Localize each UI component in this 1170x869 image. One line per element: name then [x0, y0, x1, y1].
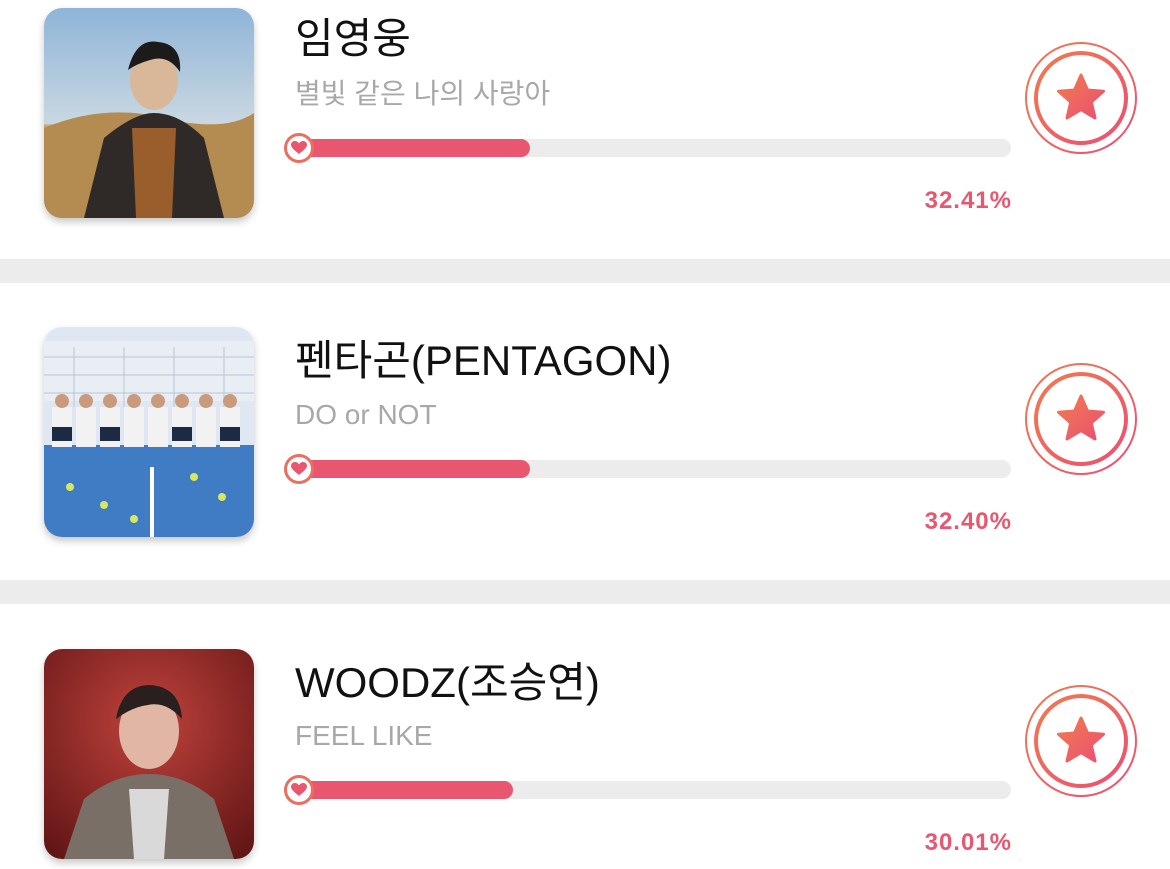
artist-thumbnail[interactable] — [44, 327, 254, 537]
group-photo-placeholder — [44, 327, 254, 537]
vote-percent: 32.41% — [924, 187, 1012, 214]
progress-fill — [300, 460, 531, 478]
list-item[interactable]: 펜타곤(PENTAGON) DO or NOT 32.40% — [0, 283, 1170, 580]
list-divider — [0, 259, 1170, 283]
star-icon — [1025, 42, 1137, 154]
progress-bar — [300, 460, 1011, 478]
list-item[interactable]: 임영웅 별빛 같은 나의 사랑아 32.41% — [0, 0, 1170, 259]
heart-icon — [284, 775, 314, 805]
vote-percent: 30.01% — [924, 829, 1012, 856]
artist-name: 펜타곤(PENTAGON) — [295, 337, 672, 384]
artist-photo-placeholder — [44, 649, 254, 859]
vote-star-button[interactable] — [1024, 41, 1138, 155]
artist-name: 임영웅 — [295, 15, 411, 62]
artist-photo-placeholder — [44, 8, 254, 218]
list-item[interactable]: WOODZ(조승연) FEEL LIKE 30.01% — [0, 604, 1170, 869]
vote-star-button[interactable] — [1024, 684, 1138, 798]
star-icon — [1025, 685, 1137, 797]
progress-fill — [300, 139, 531, 157]
song-title: FEEL LIKE — [295, 720, 433, 751]
vote-list: 임영웅 별빛 같은 나의 사랑아 32.41% 펜타곤(PENTAGON) DO… — [0, 0, 1170, 869]
song-title: 별빛 같은 나의 사랑아 — [295, 78, 551, 109]
artist-thumbnail[interactable] — [44, 649, 254, 859]
heart-icon — [284, 133, 314, 163]
progress-fill — [300, 781, 514, 799]
artist-name: WOODZ(조승연) — [295, 659, 600, 706]
song-title: DO or NOT — [295, 399, 437, 430]
artist-thumbnail[interactable] — [44, 8, 254, 218]
heart-icon — [284, 454, 314, 484]
star-icon — [1025, 363, 1137, 475]
vote-percent: 32.40% — [924, 508, 1012, 535]
vote-star-button[interactable] — [1024, 362, 1138, 476]
progress-bar — [300, 781, 1011, 799]
list-divider — [0, 580, 1170, 604]
progress-bar — [300, 139, 1011, 157]
